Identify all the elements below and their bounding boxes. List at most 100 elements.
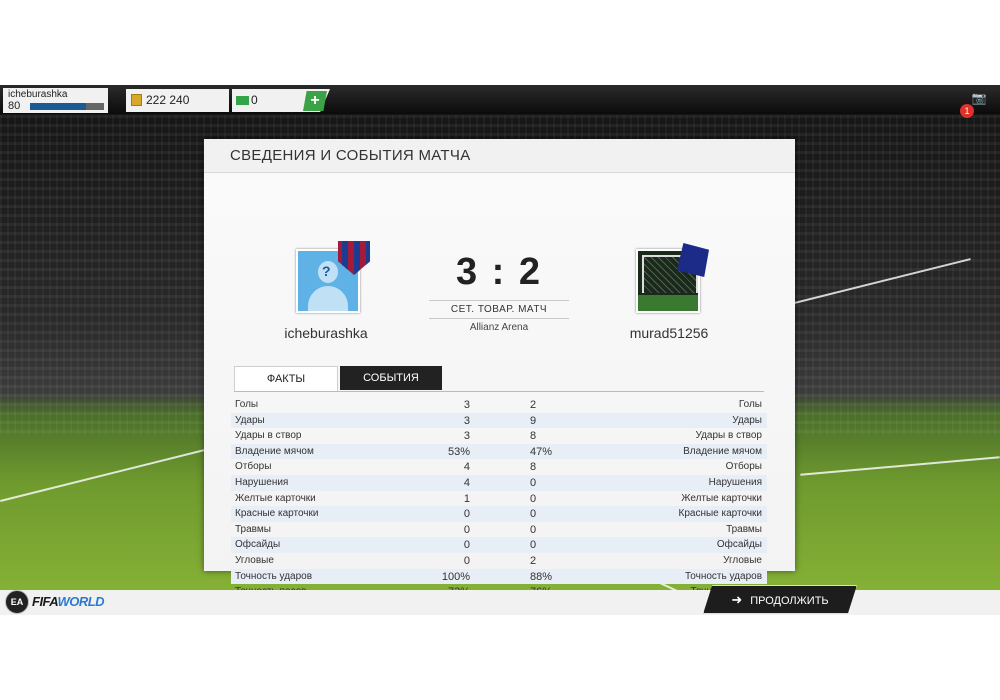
stat-value-away: 9 [530, 414, 537, 427]
match-score: 3 : 2 [455, 251, 543, 293]
stats-row: Владение мячом 53% 47% Владение мячом [231, 443, 767, 460]
stat-label-home: Удары в створ [235, 430, 302, 442]
ea-sports-logo: EA [5, 590, 29, 614]
panel-title: СВЕДЕНИЯ И СОБЫТИЯ МАТЧА [230, 147, 471, 164]
stat-label-away: Владение мячом [683, 445, 762, 457]
stat-value-home: 3 [463, 399, 470, 411]
stat-value-away: 8 [530, 461, 537, 474]
stat-label-away: Голы [738, 399, 762, 410]
stats-row: Красные карточки 0 0 Красные карточки [231, 506, 767, 522]
stat-label-away: Отборы [725, 461, 762, 473]
stat-value-away: 2 [530, 554, 537, 567]
stats-row: Точность ударов 100% 88% Точность ударов [231, 568, 767, 585]
match-stats-table: Голы 3 2 Голы Удары 3 9 Удары Удары в створ 3 8 У… [231, 397, 767, 600]
stats-row: Офсайды 0 0 Офсайды [231, 537, 767, 553]
stat-label-away: Красные карточки [678, 508, 762, 520]
stat-label-home: Удары [235, 414, 265, 426]
stat-value-away: 0 [530, 476, 537, 489]
stat-label-home: Голы [235, 399, 259, 410]
stats-row: Нарушения 4 0 Нарушения [231, 474, 767, 491]
stats-row: Голы 3 2 Голы [231, 397, 767, 413]
xp-progress-fill [30, 103, 86, 110]
stat-value-away: 0 [530, 508, 537, 521]
add-points-button[interactable]: + [303, 91, 327, 111]
stat-label-home: Желтые карточки [235, 492, 316, 504]
stat-value-away: 0 [530, 492, 537, 505]
coin-icon [131, 94, 142, 106]
stats-row: Удары в створ 3 8 Удары в створ [231, 428, 767, 444]
stat-value-away: 88% [530, 570, 553, 583]
away-player-name: murad51256 [629, 325, 709, 341]
stat-value-home: 3 [463, 430, 470, 443]
logo-text: FIFAWORLD [32, 594, 105, 609]
home-player-name: icheburashka [284, 325, 368, 341]
stat-value-home: 0 [463, 523, 470, 536]
user-level: 80 [8, 100, 21, 112]
stat-value-away: 0 [530, 523, 537, 536]
tabs-underline [234, 391, 764, 392]
stat-label-away: Нарушения [708, 476, 762, 488]
stat-label-away: Угловые [723, 554, 762, 566]
stat-value-home: 4 [463, 461, 470, 474]
stat-label-home: Нарушения [235, 476, 289, 488]
stat-label-away: Удары в створ [695, 430, 763, 442]
stat-label-away: Удары [732, 414, 762, 426]
stat-value-home: 100% [441, 570, 470, 583]
pitch-line [800, 456, 1000, 476]
tab-events[interactable]: СОБЫТИЯ [340, 366, 442, 390]
divider [429, 318, 569, 319]
tab-facts[interactable]: ФАКТЫ [234, 366, 338, 391]
stat-label-home: Красные карточки [235, 508, 319, 520]
avatar-body-silhouette [308, 286, 348, 311]
stat-label-home: Травмы [235, 523, 271, 535]
fifa-world-logo: EA FIFAWORLD [5, 588, 120, 614]
notification-badge[interactable]: 1 [960, 104, 974, 118]
stat-label-home: Отборы [235, 461, 272, 473]
stats-row: Угловые 0 2 Угловые [231, 553, 767, 569]
stat-label-away: Офсайды [716, 539, 762, 551]
cash-icon [236, 96, 249, 105]
stat-label-away: Точность ударов [684, 570, 762, 582]
stadium-name: Allianz Arena [469, 322, 529, 333]
continue-button[interactable]: ➜ ПРОДОЛЖИТЬ [703, 585, 857, 614]
stats-row: Удары 3 9 Удары [231, 412, 767, 429]
logo-fifa: FIFA [32, 594, 58, 609]
stat-value-home: 0 [463, 554, 470, 567]
stat-value-home: 4 [463, 476, 470, 489]
coins-display: 222 240 [126, 89, 229, 112]
camera-icon[interactable]: 📷 [971, 92, 987, 104]
coins-value: 222 240 [146, 93, 190, 107]
stat-value-home: 1 [463, 492, 470, 505]
logo-world: WORLD [57, 594, 105, 609]
stats-row: Отборы 4 8 Отборы [231, 459, 767, 475]
match-type: СЕТ. ТОВАР. МАТЧ [450, 304, 548, 315]
arrow-right-icon: ➜ [731, 592, 743, 607]
stat-value-away: 2 [530, 399, 537, 411]
stat-label-away: Травмы [726, 523, 762, 535]
panel-header: СВЕДЕНИЯ И СОБЫТИЯ МАТЧА [204, 139, 795, 173]
stat-label-away: Желтые карточки [681, 492, 762, 504]
stat-value-away: 0 [530, 539, 537, 552]
stat-value-home: 53% [447, 445, 470, 458]
continue-label: ПРОДОЛЖИТЬ [750, 595, 829, 607]
grass-image [638, 295, 698, 311]
stats-row: Травмы 0 0 Травмы [231, 522, 767, 538]
divider [429, 300, 569, 301]
unknown-avatar-icon: ? [322, 263, 331, 279]
stat-value-home: 3 [463, 414, 470, 427]
stat-value-home: 0 [463, 508, 470, 521]
username: icheburashka [8, 89, 68, 100]
stat-value-away: 47% [530, 445, 553, 458]
stat-label-home: Владение мячом [235, 445, 314, 457]
stats-row: Желтые карточки 1 0 Желтые карточки [231, 491, 767, 507]
match-details-panel: СВЕДЕНИЯ И СОБЫТИЯ МАТЧА ? icheburashka … [204, 139, 795, 598]
stat-label-home: Точность ударов [235, 570, 313, 582]
panel-body: ? icheburashka 3 : 2 СЕТ. ТОВАР. МАТЧ Al… [204, 173, 795, 598]
stat-label-home: Угловые [235, 554, 274, 566]
stat-value-home: 0 [463, 539, 470, 552]
stat-value-away: 8 [530, 430, 537, 443]
xp-progress-bar [30, 103, 104, 110]
points-value: 0 [251, 93, 258, 107]
stat-label-home: Офсайды [235, 539, 281, 551]
user-block[interactable]: icheburashka 80 [3, 88, 108, 113]
